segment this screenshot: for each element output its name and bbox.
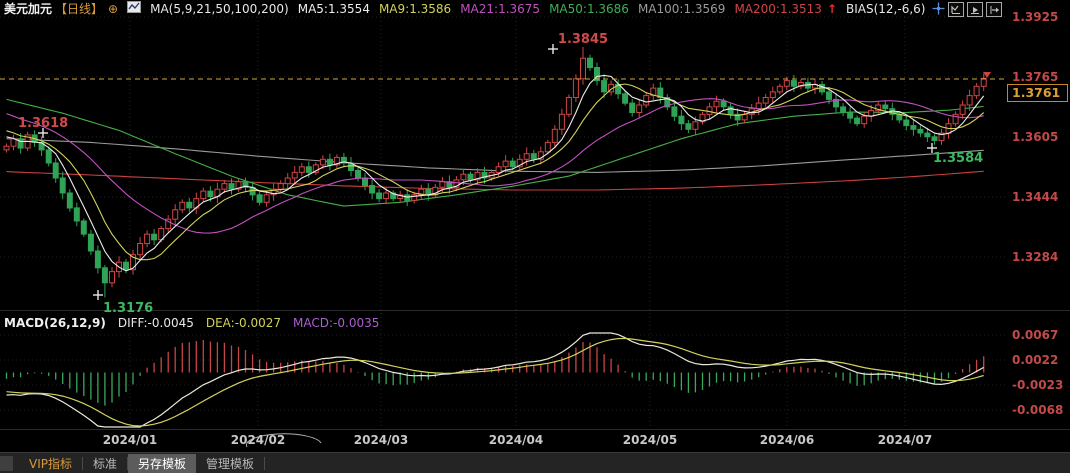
crosshair-icon[interactable]: [931, 2, 945, 15]
template-tab-bar: VIP指标 标准 另存模板 管理模板: [0, 452, 1070, 473]
ma5-value: MA5:1.3554: [297, 1, 370, 16]
candlestick-chart[interactable]: 1.3618 1.3845 1.3176 1.3584 1.3925 1.3765 1.36…: [0, 0, 1070, 452]
svg-text:2024/01: 2024/01: [103, 433, 157, 447]
svg-text:2024/05: 2024/05: [623, 433, 677, 447]
ma200-value: MA200:1.3513: [734, 1, 822, 16]
svg-text:2024/03: 2024/03: [354, 433, 408, 447]
ma9-value: MA9:1.3586: [378, 1, 452, 16]
ma-line-MA100: [6, 138, 984, 173]
svg-text:1.3618: 1.3618: [18, 116, 68, 131]
trend-up-arrow-icon: ↑: [826, 1, 837, 16]
toolbar-icons: [931, 2, 1002, 17]
chart-window: 1.3618 1.3845 1.3176 1.3584 1.3925 1.3765 1.36…: [0, 0, 1070, 473]
svg-text:1.3761: 1.3761: [1012, 85, 1060, 100]
tab-bar-stub: [0, 456, 13, 471]
bias-params-label: BIAS(12,-6,6): [846, 1, 926, 16]
svg-text:1.3605: 1.3605: [1012, 130, 1058, 144]
add-indicator-icon[interactable]: ⊕: [108, 2, 118, 16]
diff-value: DIFF:-0.0045: [117, 316, 194, 330]
macd-params-label: MACD(26,12,9): [4, 316, 106, 330]
price-annotations: 1.3618 1.3845 1.3176 1.3584: [18, 32, 983, 316]
ma21-value: MA21:1.3675: [460, 1, 541, 16]
svg-text:1.3176: 1.3176: [103, 301, 153, 316]
tab-separator: [264, 457, 266, 470]
macd-histogram: [5, 340, 985, 406]
chart-style-icon[interactable]: [127, 1, 142, 16]
ma100-value: MA100:1.3569: [637, 1, 726, 16]
scale-chart-icon[interactable]: [948, 2, 964, 17]
macd-value: MACD:-0.0035: [293, 316, 380, 330]
tab-manage-template[interactable]: 管理模板: [196, 454, 264, 473]
svg-text:2024/07: 2024/07: [878, 433, 932, 447]
candles: [3, 47, 987, 298]
period-label: 【日线】: [55, 2, 104, 16]
svg-text:1.3925: 1.3925: [1012, 10, 1058, 24]
macd-header: MACD(26,12,9) DIFF:-0.0045 DEA:-0.0027 M…: [4, 316, 379, 330]
ma50-value: MA50:1.3686: [549, 1, 629, 16]
x-axis-labels: 2024/01 2024/02 2024/03 2024/04 2024/05 2024/…: [103, 433, 932, 447]
svg-text:2024/06: 2024/06: [760, 433, 814, 447]
macd-dea-line: [6, 337, 984, 427]
tab-standard[interactable]: 标准: [83, 454, 127, 473]
ma-params-label: MA(5,9,21,50,100,200): [150, 1, 289, 16]
price-axis-labels: 1.3925 1.3765 1.3605 1.3444 1.3284 0.0067 0.00…: [1012, 10, 1063, 417]
ma-line-MA9: [6, 83, 985, 261]
tab-vip-indicators[interactable]: VIP指标: [19, 454, 82, 473]
pan-right-icon[interactable]: [986, 2, 1002, 17]
svg-text:-0.0068: -0.0068: [1012, 403, 1063, 417]
macd-diff-line: [6, 332, 984, 428]
svg-text:1.3584: 1.3584: [933, 151, 983, 166]
svg-text:-0.0023: -0.0023: [1012, 378, 1063, 392]
tab-save-template[interactable]: 另存模板: [128, 454, 197, 473]
chart-header: 美元加元 【日线】 ⊕ MA(5,9,21,50,100,200) MA5:1.…: [4, 1, 925, 16]
svg-text:2024/04: 2024/04: [489, 433, 543, 447]
dea-value: DEA:-0.0027: [205, 316, 282, 330]
forward-chart-icon[interactable]: [967, 2, 983, 17]
svg-text:1.3444: 1.3444: [1012, 190, 1058, 204]
svg-text:1.3765: 1.3765: [1012, 70, 1058, 84]
symbol-label: 美元加元: [4, 2, 53, 16]
svg-text:2024/02: 2024/02: [231, 433, 285, 447]
slow-ma-lines: [6, 98, 984, 207]
svg-text:0.0067: 0.0067: [1012, 328, 1058, 342]
svg-text:1.3284: 1.3284: [1012, 250, 1058, 264]
ma-line-MA21: [6, 98, 984, 234]
svg-text:0.0022: 0.0022: [1012, 353, 1058, 367]
current-price-tag: 1.3761: [1007, 84, 1068, 102]
svg-text:1.3845: 1.3845: [558, 32, 608, 47]
